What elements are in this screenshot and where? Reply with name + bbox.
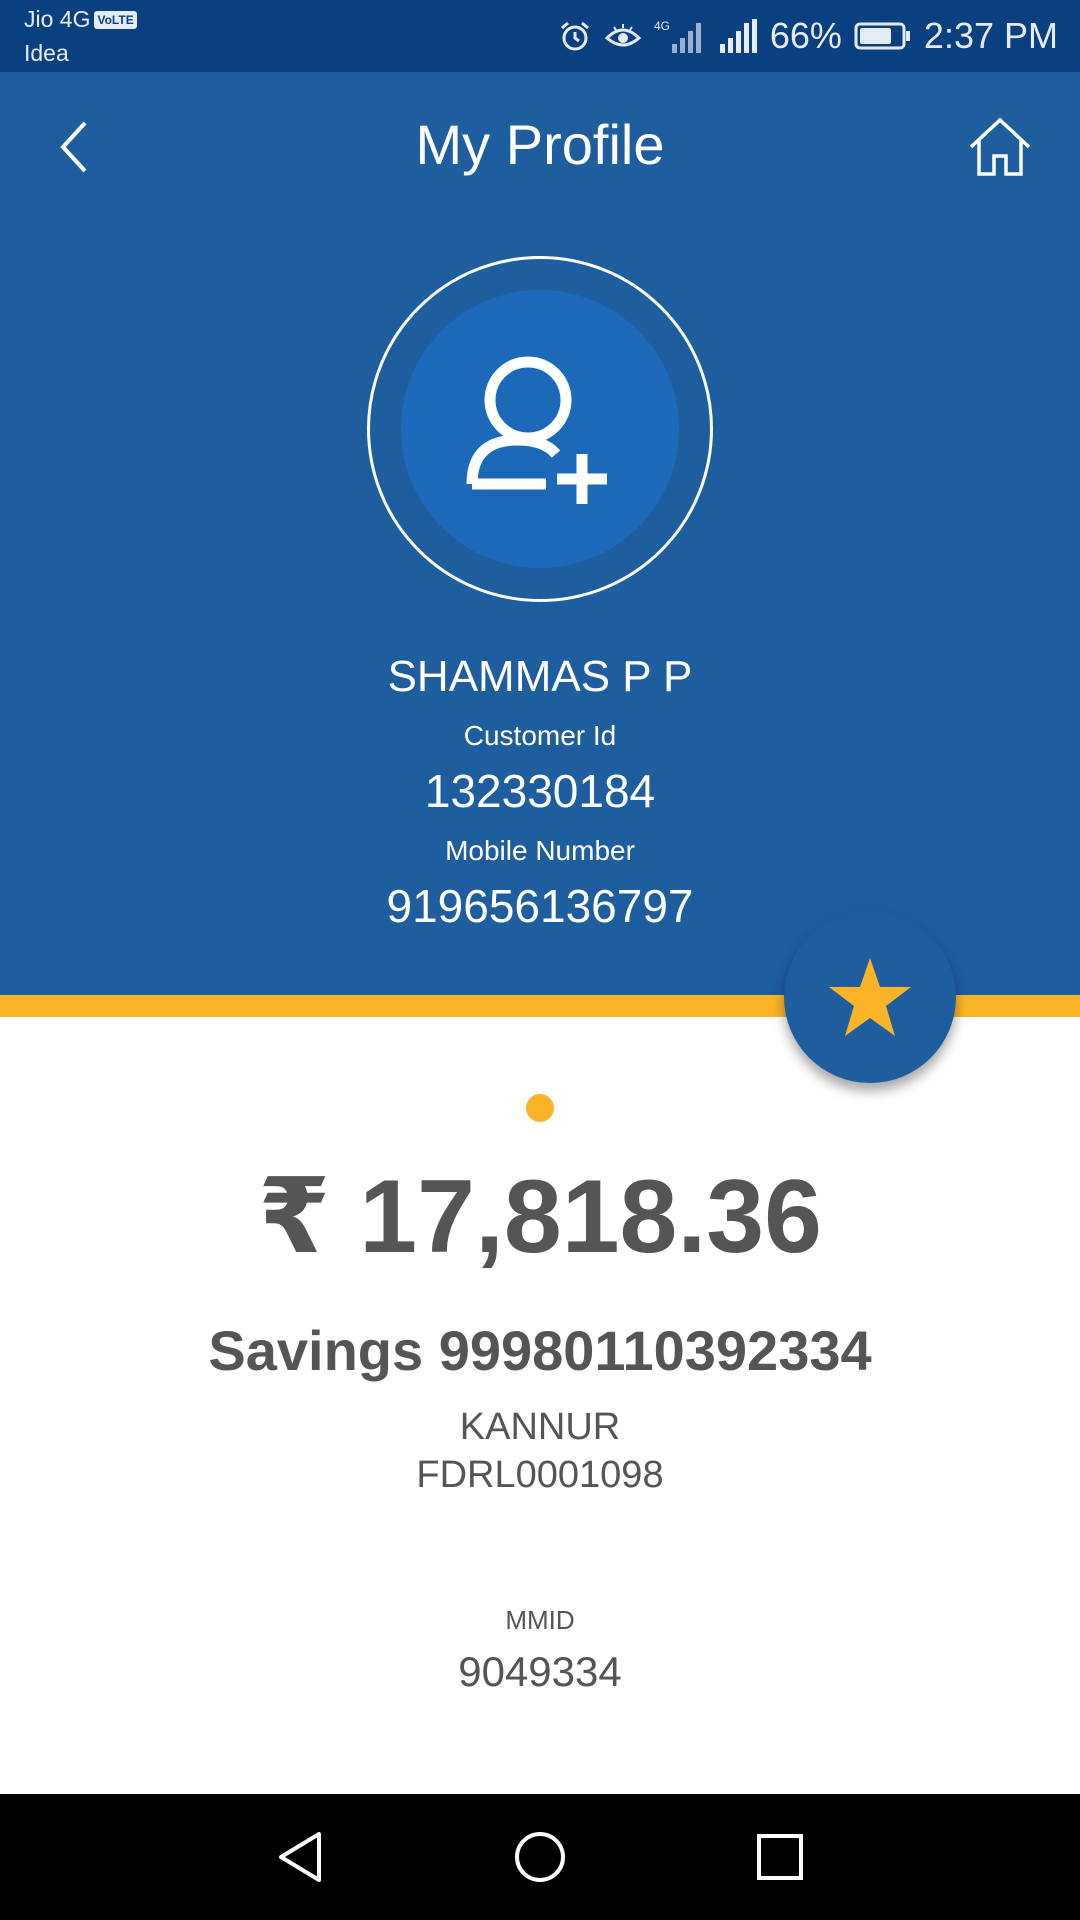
status-bar: Jio 4G VoLTE Idea 4G 66% 2:37 PM <box>0 0 1080 72</box>
mobile-number-label: Mobile Number <box>445 835 635 866</box>
network-type-label: 4G <box>654 19 670 33</box>
nav-back-button[interactable] <box>240 1807 360 1907</box>
star-icon <box>829 958 911 1036</box>
mmid-value: 9049334 <box>458 1648 622 1695</box>
home-button[interactable] <box>960 112 1040 182</box>
carrier-primary-label: Jio 4G <box>24 6 91 32</box>
page-title: My Profile <box>415 113 665 176</box>
signal-icon: 4G <box>654 19 701 53</box>
avatar-inner <box>401 290 679 568</box>
account-balance: ₹ 17,818.36 <box>258 1159 822 1275</box>
battery-percent: 66% <box>769 15 842 56</box>
eye-icon <box>604 24 642 47</box>
carrier-primary: Jio 4G VoLTE <box>24 6 137 33</box>
page-indicator-dot[interactable] <box>526 1094 554 1122</box>
mmid-label: MMID <box>505 1605 575 1635</box>
battery-icon <box>854 22 910 50</box>
account-number: Savings 99980110392334 <box>208 1319 872 1382</box>
branch-name: KANNUR <box>459 1406 621 1448</box>
add-user-icon <box>466 356 607 504</box>
nav-recents-button[interactable] <box>720 1807 840 1907</box>
carrier-secondary: Idea <box>24 40 69 66</box>
clock: 2:37 PM <box>923 15 1058 56</box>
avatar[interactable] <box>367 256 713 602</box>
navigation-bar <box>0 1794 1080 1920</box>
alarm-icon <box>560 21 589 51</box>
customer-id-value: 132330184 <box>424 765 656 817</box>
status-icons: 4G 66% 2:37 PM <box>558 12 1058 60</box>
customer-name: SHAMMAS P P <box>387 652 693 701</box>
nav-back-icon <box>279 1832 321 1882</box>
home-icon <box>969 117 1031 176</box>
profile-header: My Profile SHAMMAS P P Customer Id 13233… <box>0 72 1080 1002</box>
volte-badge: VoLTE <box>94 10 137 29</box>
favorite-button[interactable] <box>784 911 956 1083</box>
ifsc-code: FDRL0001098 <box>416 1454 664 1496</box>
customer-id-label: Customer Id <box>463 720 617 751</box>
nav-home-icon <box>515 1832 565 1882</box>
signal-icon <box>719 19 757 53</box>
nav-home-button[interactable] <box>480 1807 600 1907</box>
nav-recents-icon <box>757 1834 803 1880</box>
